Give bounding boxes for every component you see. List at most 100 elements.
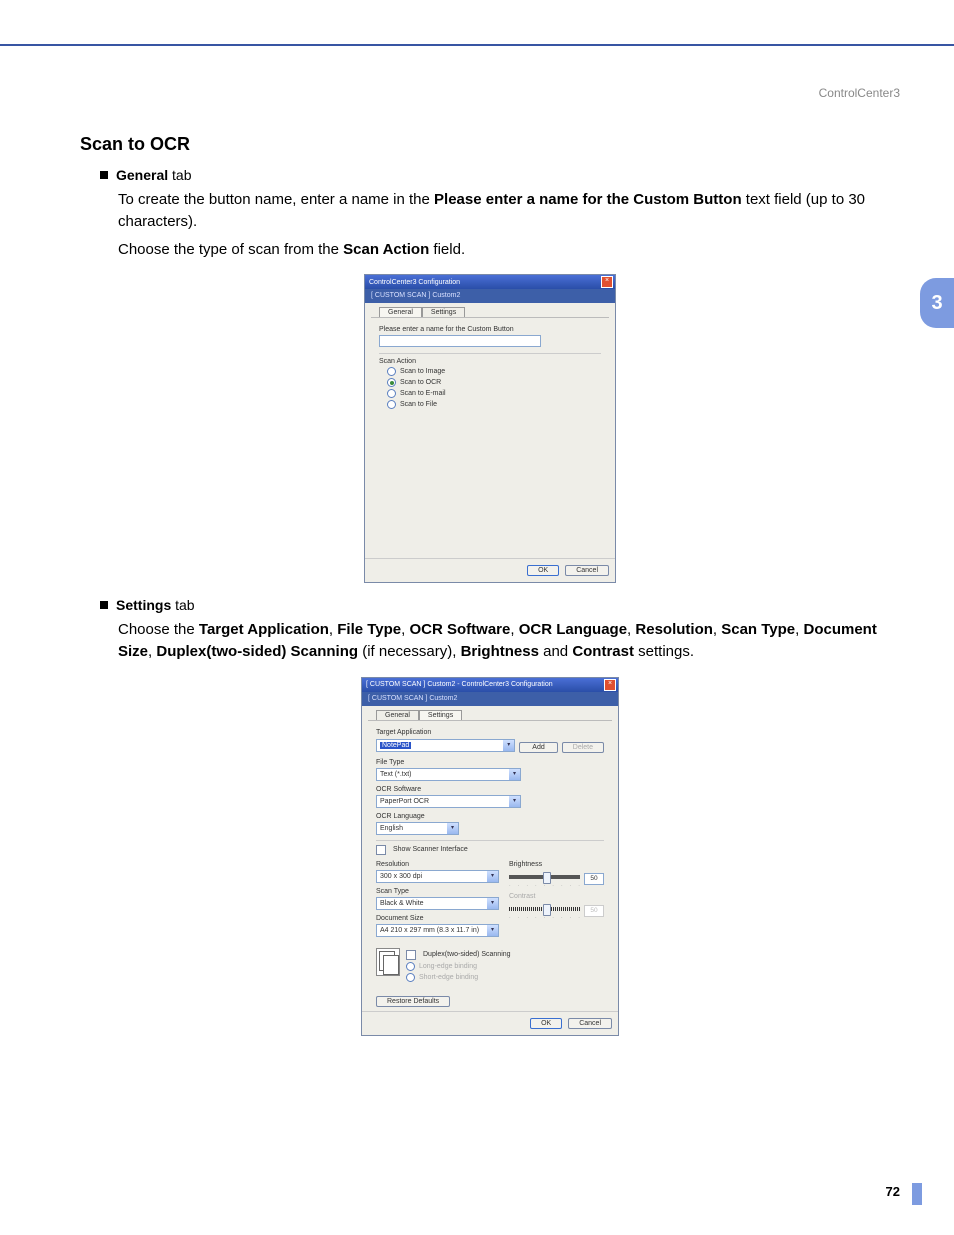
cancel-button[interactable]: Cancel bbox=[565, 565, 609, 576]
chevron-down-icon: ▾ bbox=[509, 796, 520, 807]
radio-label: Scan to Image bbox=[400, 368, 445, 375]
ok-button[interactable]: OK bbox=[530, 1018, 562, 1029]
chevron-down-icon: ▾ bbox=[487, 871, 498, 882]
file-type-select[interactable]: Text (*.txt) ▾ bbox=[376, 768, 521, 781]
name-label: Please enter a name for the Custom Butto… bbox=[379, 326, 601, 333]
text-bold: Scan Action bbox=[343, 241, 429, 258]
contrast-slider bbox=[509, 904, 580, 914]
radio-short-edge: Short-edge binding bbox=[406, 973, 511, 982]
dialog-title: ControlCenter3 Configuration bbox=[369, 279, 460, 286]
show-scanner-checkbox[interactable]: Show Scanner Interface bbox=[376, 845, 604, 855]
radio-label: Short-edge binding bbox=[419, 974, 478, 981]
dialog-tabs: General Settings bbox=[379, 307, 615, 317]
radio-icon bbox=[406, 973, 415, 982]
select-value: Text (*.txt) bbox=[380, 771, 412, 778]
bullet-square-icon bbox=[100, 601, 108, 609]
target-app-select[interactable]: NotePad▾ bbox=[376, 739, 515, 752]
file-type-label: File Type bbox=[376, 759, 604, 766]
ocr-software-select[interactable]: PaperPort OCR ▾ bbox=[376, 795, 521, 808]
radio-label: Scan to E-mail bbox=[400, 390, 446, 397]
radio-long-edge: Long-edge binding bbox=[406, 962, 511, 971]
text-bold: Please enter a name for the Custom Butto… bbox=[434, 191, 742, 208]
doc-size-select[interactable]: A4 210 x 297 mm (8.3 x 11.7 in) ▾ bbox=[376, 924, 499, 937]
chevron-down-icon: ▾ bbox=[487, 925, 498, 936]
radio-scan-to-image[interactable]: Scan to Image bbox=[387, 367, 601, 376]
tab-general[interactable]: General bbox=[376, 710, 419, 720]
chevron-down-icon: ▾ bbox=[447, 823, 458, 834]
text-bold: Target Application bbox=[199, 621, 329, 638]
restore-defaults-button[interactable]: Restore Defaults bbox=[376, 996, 450, 1007]
contrast-label: Contrast bbox=[509, 893, 604, 900]
radio-scan-to-ocr[interactable]: Scan to OCR bbox=[387, 378, 601, 387]
text: Choose the type of scan from the bbox=[118, 241, 343, 258]
para-settings: Choose the Target Application, File Type… bbox=[118, 619, 900, 663]
chevron-down-icon: ▾ bbox=[487, 898, 498, 909]
radio-scan-to-file[interactable]: Scan to File bbox=[387, 400, 601, 409]
scan-type-select[interactable]: Black & White▾ bbox=[376, 897, 499, 910]
para-general-2: Choose the type of scan from the Scan Ac… bbox=[118, 239, 900, 261]
select-value: PaperPort OCR bbox=[380, 798, 429, 805]
section-heading: Scan to OCR bbox=[80, 134, 900, 155]
close-icon[interactable]: × bbox=[604, 679, 616, 691]
text-bold: Duplex(two-sided) Scanning bbox=[156, 643, 358, 660]
text-bold: File Type bbox=[337, 621, 401, 638]
para-general-1: To create the button name, enter a name … bbox=[118, 189, 900, 233]
bullet-bold: Settings bbox=[116, 597, 171, 613]
divider bbox=[376, 840, 604, 841]
dialog-panel: Please enter a name for the Custom Butto… bbox=[371, 317, 609, 558]
brightness-slider[interactable] bbox=[509, 872, 580, 882]
dialog-title: [ CUSTOM SCAN ] Custom2 - ControlCenter3… bbox=[366, 681, 553, 688]
bullet-suffix: tab bbox=[168, 167, 191, 183]
tab-settings[interactable]: Settings bbox=[422, 307, 465, 317]
brightness-label: Brightness bbox=[509, 861, 604, 868]
dialog-titlebar: [ CUSTOM SCAN ] Custom2 - ControlCenter3… bbox=[362, 678, 618, 692]
text: (if necessary), bbox=[358, 643, 461, 660]
dialog-subtitle: [ CUSTOM SCAN ] Custom2 bbox=[362, 692, 618, 706]
select-value: A4 210 x 297 mm (8.3 x 11.7 in) bbox=[380, 927, 479, 934]
add-button[interactable]: Add bbox=[519, 742, 557, 753]
text-bold: OCR Software bbox=[410, 621, 511, 638]
breadcrumb: ControlCenter3 bbox=[819, 86, 900, 100]
chevron-down-icon: ▾ bbox=[503, 740, 514, 751]
tab-settings[interactable]: Settings bbox=[419, 710, 462, 720]
name-input[interactable] bbox=[379, 335, 541, 347]
radio-scan-to-email[interactable]: Scan to E-mail bbox=[387, 389, 601, 398]
radio-icon bbox=[387, 389, 396, 398]
cancel-button[interactable]: Cancel bbox=[568, 1018, 612, 1029]
text-bold: Scan Type bbox=[721, 621, 795, 638]
brightness-value[interactable]: 50 bbox=[584, 873, 604, 885]
bullet-text: General tab bbox=[116, 167, 192, 183]
dialog-buttons: OK Cancel bbox=[362, 1011, 618, 1035]
chapter-tab: 3 bbox=[920, 278, 954, 328]
divider bbox=[379, 353, 601, 354]
scan-action-label: Scan Action bbox=[379, 358, 601, 365]
delete-button: Delete bbox=[562, 742, 604, 753]
duplex-icon bbox=[376, 948, 400, 976]
radio-label: Scan to OCR bbox=[400, 379, 441, 386]
bullet-settings: Settings tab bbox=[100, 597, 900, 613]
text-bold: Contrast bbox=[572, 643, 634, 660]
ocr-software-label: OCR Software bbox=[376, 786, 604, 793]
text-bold: Brightness bbox=[461, 643, 539, 660]
text-bold: OCR Language bbox=[519, 621, 627, 638]
close-icon[interactable]: × bbox=[601, 276, 613, 288]
radio-label: Long-edge binding bbox=[419, 963, 477, 970]
slider-thumb-icon bbox=[543, 904, 551, 916]
resolution-select[interactable]: 300 x 300 dpi▾ bbox=[376, 870, 499, 883]
target-app-label: Target Application bbox=[376, 729, 604, 736]
ocr-language-select[interactable]: English▾ bbox=[376, 822, 459, 835]
text: settings. bbox=[634, 643, 694, 660]
chevron-down-icon: ▾ bbox=[509, 769, 520, 780]
dialog-general: ControlCenter3 Configuration × [ CUSTOM … bbox=[364, 274, 616, 583]
contrast-value: 50 bbox=[584, 905, 604, 917]
text: To create the button name, enter a name … bbox=[118, 191, 434, 208]
page-accent bbox=[912, 1183, 922, 1205]
duplex-checkbox[interactable]: Duplex(two-sided) Scanning bbox=[406, 950, 511, 960]
doc-size-label: Document Size bbox=[376, 915, 499, 922]
page: ControlCenter3 3 Scan to OCR General tab… bbox=[0, 0, 954, 1235]
resolution-label: Resolution bbox=[376, 861, 499, 868]
tab-general[interactable]: General bbox=[379, 307, 422, 317]
ok-button[interactable]: OK bbox=[527, 565, 559, 576]
text: and bbox=[539, 643, 572, 660]
dialog-subtitle: [ CUSTOM SCAN ] Custom2 bbox=[365, 289, 615, 303]
